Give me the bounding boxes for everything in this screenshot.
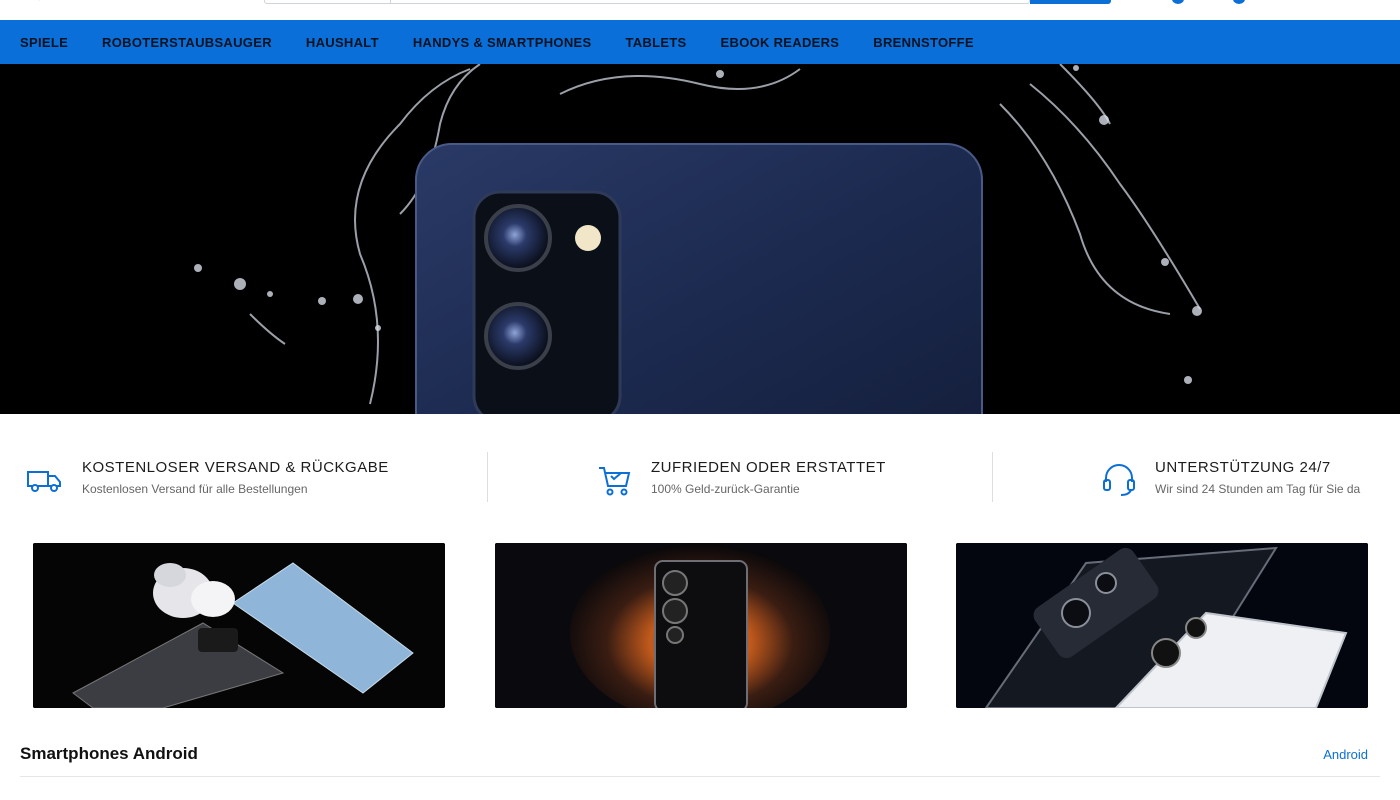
promo-banner-samsung[interactable] xyxy=(33,543,445,708)
nav-item-handys-smartphones[interactable]: HANDYS & SMARTPHONES xyxy=(413,35,592,50)
headset-icon xyxy=(1103,464,1135,496)
section-link-android[interactable]: Android xyxy=(1323,747,1368,762)
feature-divider xyxy=(487,452,488,502)
nav-item-brennstoffe[interactable]: BRENNSTOFFE xyxy=(873,35,974,50)
search-button[interactable] xyxy=(1030,0,1111,4)
nav-item-ebook-readers[interactable]: EBOOK READERS xyxy=(721,35,840,50)
hero-banner[interactable] xyxy=(0,64,1400,414)
nav-item-spiele[interactable]: SPIELE xyxy=(20,35,68,50)
feature-support: UNTERSTÜTZUNG 24/7 Wir sind 24 Stunden a… xyxy=(1101,450,1400,505)
section-divider xyxy=(20,776,1380,777)
promo-banner-oppo[interactable] xyxy=(956,543,1368,708)
section-title: Smartphones Android xyxy=(20,744,198,763)
feature-title: ZUFRIEDEN ODER ERSTATTET xyxy=(651,459,886,476)
feature-subtitle: Kostenlosen Versand für alle Bestellunge… xyxy=(82,482,308,496)
nav-item-roboterstaubsauger[interactable]: ROBOTERSTAUBSAUGER xyxy=(102,35,272,50)
cart-icon xyxy=(599,467,631,496)
feature-title: UNTERSTÜTZUNG 24/7 xyxy=(1155,459,1331,476)
wishlist-icon[interactable] xyxy=(1233,0,1245,4)
truck-icon xyxy=(27,471,61,492)
main-nav: SPIELE ROBOTERSTAUBSAUGER HAUSHALT HANDY… xyxy=(0,20,1400,64)
promo-banner-honor[interactable] xyxy=(495,543,907,708)
feature-title: KOSTENLOSER VERSAND & RÜCKGABE xyxy=(82,459,389,476)
hero-phone-image xyxy=(194,64,1202,414)
nav-item-haushalt[interactable]: HAUSHALT xyxy=(306,35,379,50)
promo-image xyxy=(956,543,1368,708)
feature-subtitle: 100% Geld-zurück-Garantie xyxy=(651,482,800,496)
nav-item-tablets[interactable]: TABLETS xyxy=(625,35,686,50)
feature-divider xyxy=(992,452,993,502)
promo-image xyxy=(495,543,907,708)
top-header xyxy=(0,0,1400,20)
search-input[interactable] xyxy=(264,0,1030,4)
features-row: KOSTENLOSER VERSAND & RÜCKGABE Kostenlos… xyxy=(0,450,1400,505)
logo-icon[interactable] xyxy=(30,0,58,4)
search-category-divider xyxy=(390,0,391,4)
account-icon[interactable] xyxy=(1172,0,1184,4)
feature-money-back: ZUFRIEDEN ODER ERSTATTET 100% Geld-zurüc… xyxy=(597,450,977,505)
feature-subtitle: Wir sind 24 Stunden am Tag für Sie da xyxy=(1155,482,1361,496)
feature-free-shipping: KOSTENLOSER VERSAND & RÜCKGABE Kostenlos… xyxy=(26,450,446,505)
promo-image xyxy=(33,543,445,708)
